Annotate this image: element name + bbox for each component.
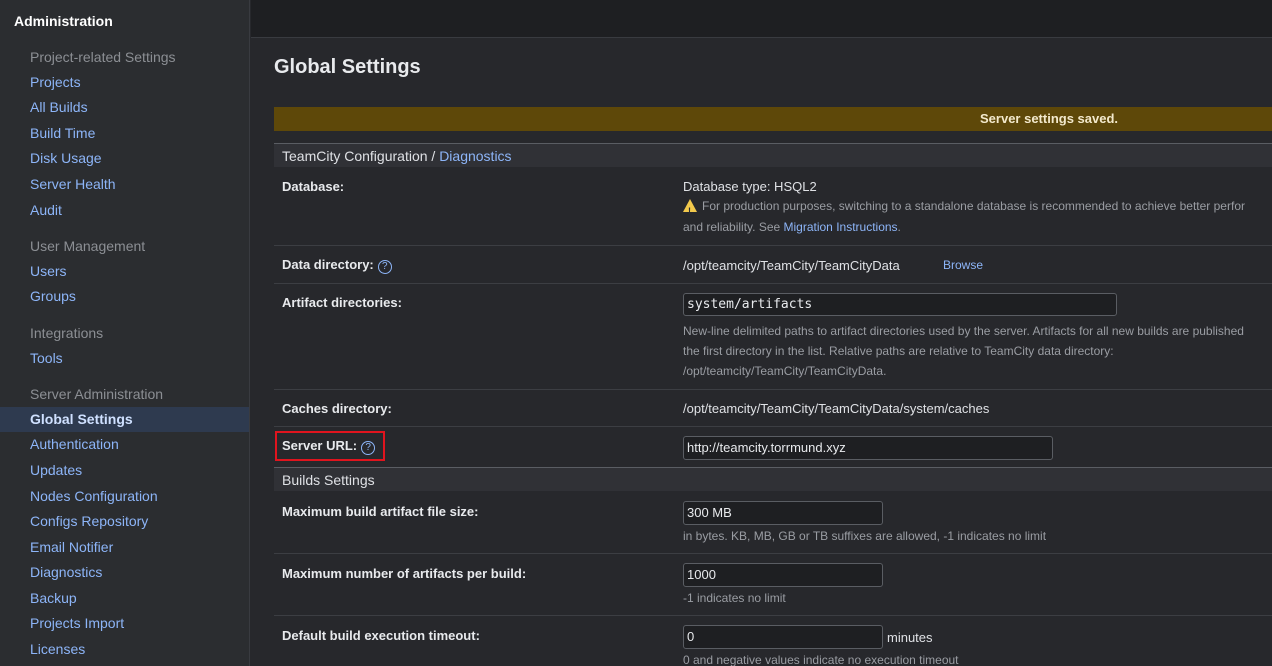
sidebar-item-tools[interactable]: Tools	[0, 346, 249, 371]
page-title: Global Settings	[274, 56, 421, 78]
sidebar-section-project: Project-related Settings	[30, 49, 176, 65]
sidebar-item-updates[interactable]: Updates	[0, 458, 249, 483]
sidebar-item-diagnostics[interactable]: Diagnostics	[0, 560, 249, 585]
breadcrumb-separator: /	[427, 148, 440, 164]
artifact-note-line2: the first directory in the list. Relativ…	[683, 344, 1114, 358]
database-label: Database:	[282, 179, 345, 194]
database-warning: For production purposes, switching to a …	[683, 196, 1245, 221]
sidebar-item-backup[interactable]: Backup	[0, 586, 249, 611]
row-divider	[274, 283, 1272, 284]
max-artifact-size-label: Maximum build artifact file size:	[282, 504, 479, 519]
artifact-directories-textarea[interactable]: system/artifacts	[683, 293, 1117, 316]
sidebar-item-projects[interactable]: Projects	[0, 70, 249, 95]
sidebar-item-server-health[interactable]: Server Health	[0, 172, 249, 197]
sidebar-item-all-builds[interactable]: All Builds	[0, 95, 249, 120]
banner-message: Server settings saved.	[980, 111, 1119, 126]
sidebar-item-email-notifier[interactable]: Email Notifier	[0, 535, 249, 560]
row-divider	[274, 389, 1272, 390]
section-header-builds: Builds Settings	[274, 467, 1272, 491]
sidebar-item-disk-usage[interactable]: Disk Usage	[0, 146, 249, 171]
database-warning-line2: and reliability. See Migration Instructi…	[683, 217, 901, 237]
warning-line2-prefix: and reliability. See	[683, 220, 784, 234]
artifact-directories-label: Artifact directories:	[282, 295, 402, 310]
row-divider	[274, 553, 1272, 554]
highlight-box	[275, 431, 385, 461]
sidebar-item-groups[interactable]: Groups	[0, 284, 249, 309]
artifact-note-line1: New-line delimited paths to artifact dir…	[683, 324, 1244, 338]
max-artifacts-note: -1 indicates no limit	[683, 591, 786, 605]
sidebar-item-audit[interactable]: Audit	[0, 198, 249, 223]
warning-line2-suffix: .	[897, 220, 901, 234]
row-divider	[274, 615, 1272, 616]
sidebar-item-nodes-configuration[interactable]: Nodes Configuration	[0, 484, 249, 509]
warning-icon	[683, 199, 697, 221]
data-directory-value: /opt/teamcity/TeamCity/TeamCityData	[683, 258, 900, 273]
sidebar-section-integrations: Integrations	[30, 325, 104, 341]
max-artifact-size-input[interactable]: 300 MB	[683, 501, 883, 525]
caches-directory-value: /opt/teamcity/TeamCity/TeamCityData/syst…	[683, 401, 990, 416]
timeout-label: Default build execution timeout:	[282, 628, 480, 643]
section-title-configuration: TeamCity Configuration	[282, 148, 428, 164]
row-divider	[274, 426, 1272, 427]
sidebar-section-user: User Management	[30, 238, 146, 254]
sidebar-item-build-time[interactable]: Build Time	[0, 121, 249, 146]
server-url-input[interactable]: http://teamcity.torrmund.xyz	[683, 436, 1053, 460]
section-title-builds: Builds Settings	[282, 472, 375, 488]
sidebar-section-server: Server Administration	[30, 386, 164, 402]
database-type-value: Database type: HSQL2	[683, 179, 817, 194]
section-header-configuration: TeamCity Configuration / Diagnostics	[274, 143, 1272, 167]
data-directory-label-text: Data directory:	[282, 257, 374, 272]
max-artifact-size-note: in bytes. KB, MB, GB or TB suffixes are …	[683, 529, 1047, 543]
max-artifacts-label: Maximum number of artifacts per build:	[282, 566, 527, 581]
artifact-note-line3: /opt/teamcity/TeamCity/TeamCityData.	[683, 364, 887, 378]
sidebar-item-licenses[interactable]: Licenses	[0, 637, 249, 662]
diagnostics-link[interactable]: Diagnostics	[439, 148, 511, 164]
admin-sidebar: Administration Project-related Settings …	[0, 0, 250, 666]
timeout-input[interactable]: 0	[683, 625, 883, 649]
data-directory-label: Data directory:?	[282, 257, 392, 274]
sidebar-item-configs-repository[interactable]: Configs Repository	[0, 509, 249, 534]
top-header-bar	[251, 0, 1272, 38]
database-warning-text: For production purposes, switching to a …	[702, 199, 1245, 213]
migration-instructions-link[interactable]: Migration Instructions	[784, 220, 898, 234]
timeout-unit: minutes	[887, 630, 933, 645]
sidebar-item-authentication[interactable]: Authentication	[0, 432, 249, 457]
help-icon[interactable]: ?	[377, 260, 392, 274]
timeout-note: 0 and negative values indicate no execut…	[683, 653, 959, 666]
sidebar-item-global-settings[interactable]: Global Settings	[0, 407, 249, 432]
sidebar-item-projects-import[interactable]: Projects Import	[0, 611, 249, 636]
sidebar-title: Administration	[14, 13, 113, 29]
sidebar-item-users[interactable]: Users	[0, 259, 249, 284]
browse-link[interactable]: Browse	[943, 258, 983, 272]
row-divider	[274, 245, 1272, 246]
success-banner: Server settings saved.	[274, 107, 1272, 131]
caches-directory-label: Caches directory:	[282, 401, 392, 416]
max-artifacts-input[interactable]: 1000	[683, 563, 883, 587]
